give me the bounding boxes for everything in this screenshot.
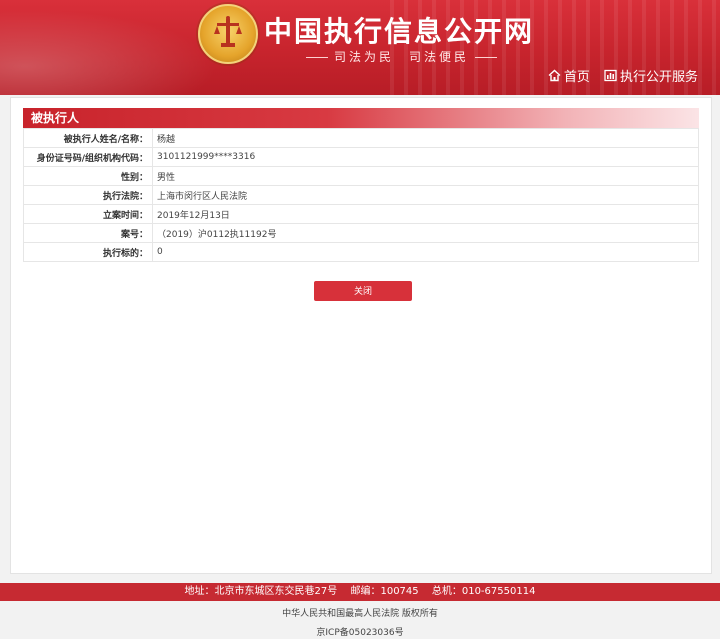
table-row: 被执行人姓名/名称： 杨越 — [23, 128, 699, 148]
row-value: 男性 — [152, 166, 699, 186]
defendant-info-table: 被执行人姓名/名称： 杨越 身份证号码/组织机构代码： 3101121999**… — [23, 128, 699, 262]
table-row: 性别： 男性 — [23, 166, 699, 186]
site-slogan: 司法为民 司法便民 — [300, 48, 503, 65]
row-label: 身份证号码/组织机构代码： — [23, 147, 153, 167]
content-panel: 被执行人 被执行人姓名/名称： 杨越 身份证号码/组织机构代码： 3101121… — [10, 97, 712, 574]
nav-home-link[interactable]: 首页 — [548, 66, 590, 85]
nav-service-link[interactable]: 执行公开服务 — [604, 66, 698, 85]
service-icon — [604, 69, 617, 82]
row-label: 立案时间： — [23, 204, 153, 224]
row-label: 执行标的： — [23, 242, 153, 262]
nav-home-label: 首页 — [563, 70, 590, 85]
table-row: 执行标的： 0 — [23, 242, 699, 262]
top-nav: 首页 执行公开服务 — [538, 66, 698, 86]
footer-copyright: 中华人民共和国最高人民法院 版权所有 — [282, 609, 438, 619]
table-row: 身份证号码/组织机构代码： 3101121999****3316 — [23, 147, 699, 167]
row-value: 2019年12月13日 — [152, 204, 699, 224]
row-value: 3101121999****3316 — [152, 147, 699, 167]
footer-phone: 总机：010-67550114 — [431, 586, 536, 597]
table-row: 执行法院： 上海市闵行区人民法院 — [23, 185, 699, 205]
panel-title: 被执行人 — [23, 108, 699, 128]
footer-address: 地址：北京市东城区东交民巷27号 — [184, 586, 338, 597]
slogan-divider — [306, 57, 328, 58]
row-value: 上海市闵行区人民法院 — [152, 185, 699, 205]
footer-postcode: 邮编：100745 — [350, 586, 419, 597]
row-label: 被执行人姓名/名称： — [23, 128, 153, 148]
site-title: 中国执行信息公开网 — [264, 15, 535, 48]
row-value: 杨越 — [152, 128, 699, 148]
nav-service-label: 执行公开服务 — [619, 70, 698, 85]
site-header: 中国执行信息公开网 司法为民 司法便民 首页 执行公开服务 — [0, 0, 720, 95]
table-row: 案号： （2019）沪0112执11192号 — [23, 223, 699, 243]
row-label: 执行法院： — [23, 185, 153, 205]
row-label: 性别： — [23, 166, 153, 186]
row-label: 案号： — [23, 223, 153, 243]
table-row: 立案时间： 2019年12月13日 — [23, 204, 699, 224]
close-button[interactable]: 关闭 — [314, 281, 412, 301]
court-emblem-icon — [198, 4, 258, 64]
slogan-divider — [475, 57, 498, 58]
home-icon — [548, 69, 561, 82]
slogan-text: 司法为民 司法便民 — [334, 50, 470, 64]
row-value: 0 — [152, 242, 699, 262]
row-value: （2019）沪0112执11192号 — [152, 223, 699, 243]
footer-icp[interactable]: 京ICP备05023036号 — [0, 625, 720, 638]
footer-contact-bar: 地址：北京市东城区东交民巷27号 邮编：100745 总机：010-675501… — [0, 583, 720, 601]
